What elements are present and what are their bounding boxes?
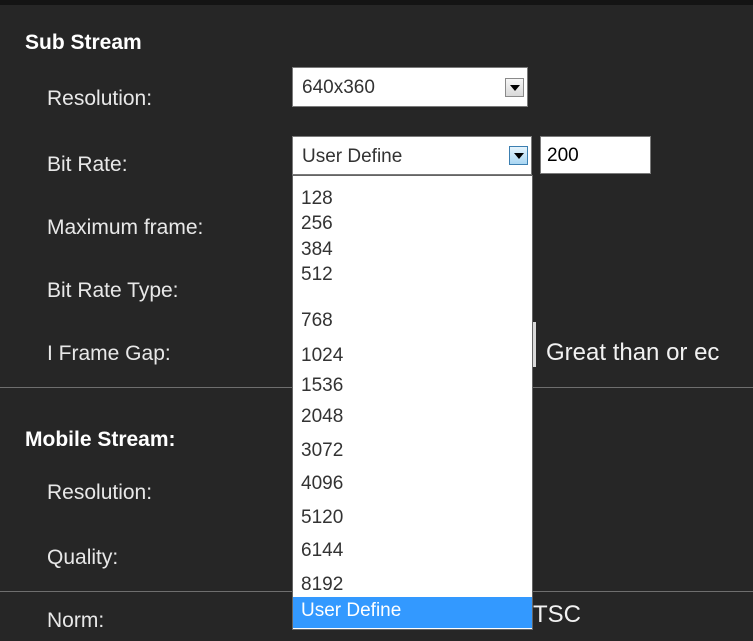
mobile-stream-title: Mobile Stream: — [25, 428, 176, 451]
bit-rate-value: User Define — [302, 146, 403, 167]
dropdown-option[interactable]: 5120 — [293, 506, 532, 530]
sub-resolution-label: Resolution: — [47, 87, 153, 110]
bit-rate-label: Bit Rate: — [47, 153, 128, 176]
sub-stream-title: Sub Stream — [25, 31, 142, 54]
norm-label: Norm: — [47, 609, 105, 632]
chevron-down-icon[interactable] — [505, 78, 524, 97]
quality-label: Quality: — [47, 546, 119, 569]
bit-rate-type-label: Bit Rate Type: — [47, 279, 179, 302]
dropdown-option[interactable]: 256 — [293, 212, 532, 236]
dropdown-option[interactable]: 1536 — [293, 374, 532, 398]
top-border — [0, 0, 753, 5]
dropdown-option[interactable]: 384 — [293, 238, 532, 262]
mobile-resolution-label: Resolution: — [47, 481, 153, 504]
bit-rate-custom-input[interactable]: 200 — [540, 136, 651, 174]
bit-rate-custom-value: 200 — [547, 145, 579, 166]
i-frame-gap-input-edge[interactable] — [533, 322, 536, 367]
dropdown-option-selected[interactable]: User Define — [293, 597, 532, 628]
dropdown-option[interactable]: 6144 — [293, 539, 532, 563]
chevron-down-icon[interactable] — [509, 146, 528, 165]
sub-resolution-value: 640x360 — [302, 77, 375, 98]
dropdown-option[interactable]: 2048 — [293, 405, 532, 429]
sub-resolution-select[interactable]: 640x360 — [292, 67, 528, 107]
dropdown-option[interactable]: 768 — [293, 309, 532, 333]
norm-value: TSC — [533, 601, 581, 628]
dropdown-option[interactable]: 3072 — [293, 439, 532, 463]
bit-rate-select[interactable]: User Define — [292, 136, 532, 175]
i-frame-gap-hint: Great than or ec — [546, 339, 720, 366]
i-frame-gap-label: I Frame Gap: — [47, 342, 171, 365]
dropdown-option[interactable]: 128 — [293, 187, 532, 211]
dropdown-option[interactable]: 4096 — [293, 472, 532, 496]
dropdown-option[interactable]: 1024 — [293, 344, 532, 368]
dropdown-option[interactable]: 8192 — [293, 573, 532, 597]
dropdown-option[interactable]: 512 — [293, 263, 532, 287]
bit-rate-dropdown-list[interactable]: 128 256 384 512 768 1024 1536 2048 3072 … — [292, 175, 533, 630]
max-frame-label: Maximum frame: — [47, 216, 204, 239]
